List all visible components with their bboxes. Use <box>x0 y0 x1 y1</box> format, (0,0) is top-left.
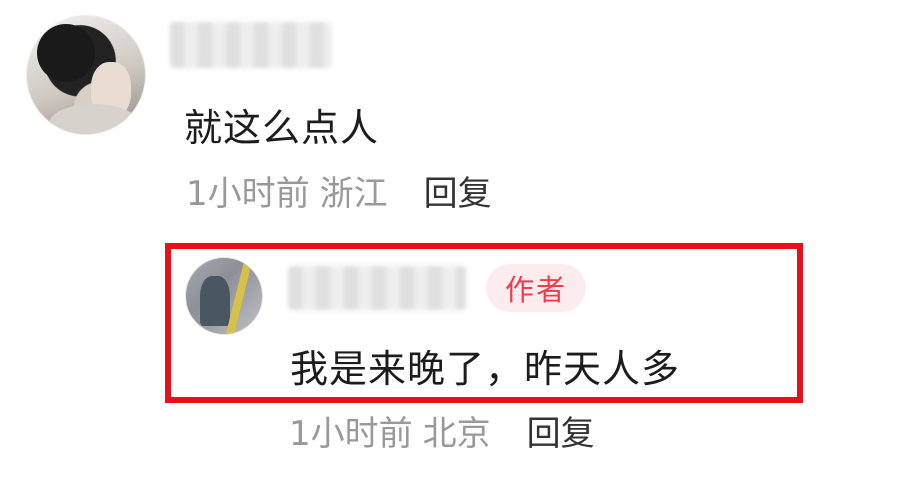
author-badge: 作者 <box>486 264 586 312</box>
comment-time: 1小时前 <box>186 174 310 214</box>
reply-button[interactable]: 回复 <box>424 166 492 215</box>
comment-text: 就这么点人 <box>184 106 380 150</box>
avatar-figure <box>200 276 230 326</box>
reply-avatar[interactable] <box>185 257 263 335</box>
reply-text: 我是来晚了，昨天人多 <box>290 347 681 391</box>
avatar-hair <box>37 24 95 82</box>
reply-location: 北京 <box>422 414 491 454</box>
blurred-reply-username[interactable] <box>288 266 466 310</box>
comment-location: 浙江 <box>319 174 388 214</box>
reply-time: 1小时前 <box>289 414 413 454</box>
comment-thread: 就这么点人 1小时前 浙江 回复 作者 我是来晚了，昨天人多 1小时前 北京 回… <box>0 0 898 482</box>
reply-reply-button[interactable]: 回复 <box>527 406 595 455</box>
avatar[interactable] <box>26 15 146 135</box>
reply-meta: 1小时前 北京 回复 <box>289 406 595 455</box>
blurred-username[interactable] <box>170 22 332 68</box>
comment-meta: 1小时前 浙江 回复 <box>186 166 492 215</box>
